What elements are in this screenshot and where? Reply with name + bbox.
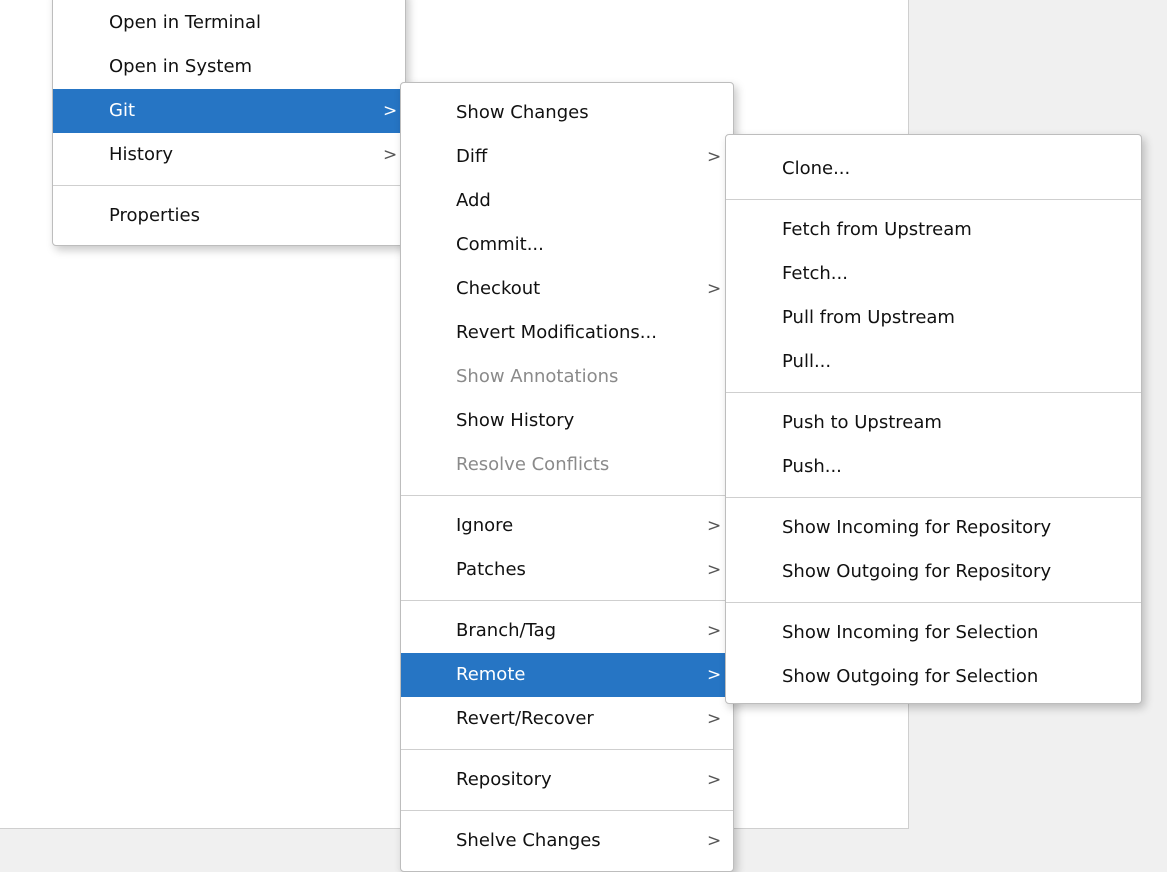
menu-item-label: Open in Terminal: [109, 12, 261, 33]
git-submenu: Show Changes Diff > Add Commit... Checko…: [400, 82, 734, 872]
menu-item-label: Diff: [456, 146, 488, 167]
remote-submenu: Clone... Fetch from Upstream Fetch... Pu…: [725, 134, 1142, 704]
menu-item-label: Clone...: [782, 158, 851, 179]
menu-separator: [726, 497, 1141, 498]
menu-item-revert-modifications[interactable]: Revert Modifications...: [401, 311, 733, 355]
menu-item-label: Show Outgoing for Repository: [782, 561, 1052, 582]
chevron-right-icon: >: [707, 279, 722, 299]
menu-item-clone[interactable]: Clone...: [726, 147, 1141, 191]
menu-separator: [53, 185, 405, 186]
menu-item-label: Git: [109, 100, 136, 121]
menu-item-commit[interactable]: Commit...: [401, 223, 733, 267]
menu-item-label: Add: [456, 190, 491, 211]
menu-item-label: Repository: [456, 769, 552, 790]
menu-item-show-incoming-for-repository[interactable]: Show Incoming for Repository: [726, 506, 1141, 550]
menu-item-open-in-system[interactable]: Open in System: [53, 45, 405, 89]
menu-item-add[interactable]: Add: [401, 179, 733, 223]
menu-item-label: Show Incoming for Selection: [782, 622, 1039, 643]
chevron-right-icon: >: [707, 709, 722, 729]
menu-separator: [726, 392, 1141, 393]
menu-item-repository[interactable]: Repository >: [401, 758, 733, 802]
menu-item-branch-tag[interactable]: Branch/Tag >: [401, 609, 733, 653]
menu-item-show-changes[interactable]: Show Changes: [401, 91, 733, 135]
chevron-right-icon: >: [383, 101, 398, 121]
menu-item-label: Show Outgoing for Selection: [782, 666, 1039, 687]
menu-item-git[interactable]: Git >: [53, 89, 405, 133]
menu-item-shelve-changes[interactable]: Shelve Changes >: [401, 819, 733, 863]
menu-item-label: Resolve Conflicts: [456, 454, 610, 475]
menu-item-label: Show History: [456, 410, 575, 431]
menu-item-diff[interactable]: Diff >: [401, 135, 733, 179]
menu-item-label: Pull from Upstream: [782, 307, 955, 328]
menu-item-label: Remote: [456, 664, 526, 685]
menu-item-patches[interactable]: Patches >: [401, 548, 733, 592]
menu-item-push-to-upstream[interactable]: Push to Upstream: [726, 401, 1141, 445]
chevron-right-icon: >: [383, 145, 398, 165]
menu-item-label: Show Annotations: [456, 366, 619, 387]
menu-item-label: Fetch from Upstream: [782, 219, 972, 240]
chevron-right-icon: >: [707, 516, 722, 536]
menu-item-checkout[interactable]: Checkout >: [401, 267, 733, 311]
menu-item-label: Open in System: [109, 56, 253, 77]
menu-item-show-outgoing-for-selection[interactable]: Show Outgoing for Selection: [726, 655, 1141, 699]
menu-item-label: Push...: [782, 456, 842, 477]
menu-item-label: Patches: [456, 559, 526, 580]
menu-item-history[interactable]: History >: [53, 133, 405, 177]
menu-item-ignore[interactable]: Ignore >: [401, 504, 733, 548]
menu-item-label: Commit...: [456, 234, 544, 255]
menu-item-show-annotations: Show Annotations: [401, 355, 733, 399]
menu-item-label: Properties: [109, 205, 200, 226]
menu-separator: [401, 810, 733, 811]
menu-item-pull-from-upstream[interactable]: Pull from Upstream: [726, 296, 1141, 340]
menu-item-fetch[interactable]: Fetch...: [726, 252, 1141, 296]
menu-item-show-outgoing-for-repository[interactable]: Show Outgoing for Repository: [726, 550, 1141, 594]
menu-item-show-history[interactable]: Show History: [401, 399, 733, 443]
menu-item-fetch-from-upstream[interactable]: Fetch from Upstream: [726, 208, 1141, 252]
menu-item-label: Show Changes: [456, 102, 589, 123]
chevron-right-icon: >: [707, 770, 722, 790]
menu-item-label: Pull...: [782, 351, 832, 372]
menu-item-label: Branch/Tag: [456, 620, 557, 641]
menu-item-label: Revert/Recover: [456, 708, 594, 729]
menu-item-revert-recover[interactable]: Revert/Recover >: [401, 697, 733, 741]
menu-item-label: History: [109, 144, 174, 165]
menu-item-properties[interactable]: Properties: [53, 194, 405, 238]
chevron-right-icon: >: [707, 665, 722, 685]
menu-item-label: Checkout: [456, 278, 541, 299]
menu-item-label: Show Incoming for Repository: [782, 517, 1052, 538]
chevron-right-icon: >: [707, 147, 722, 167]
context-menu: Open in Terminal Open in System Git > Hi…: [52, 0, 406, 246]
menu-item-push[interactable]: Push...: [726, 445, 1141, 489]
menu-item-pull[interactable]: Pull...: [726, 340, 1141, 384]
menu-separator: [401, 600, 733, 601]
chevron-right-icon: >: [707, 560, 722, 580]
menu-item-resolve-conflicts: Resolve Conflicts: [401, 443, 733, 487]
menu-item-label: Fetch...: [782, 263, 848, 284]
menu-item-label: Revert Modifications...: [456, 322, 657, 343]
menu-item-show-incoming-for-selection[interactable]: Show Incoming for Selection: [726, 611, 1141, 655]
menu-item-remote[interactable]: Remote >: [401, 653, 733, 697]
menu-item-open-in-terminal[interactable]: Open in Terminal: [53, 1, 405, 45]
menu-separator: [401, 495, 733, 496]
menu-item-label: Ignore: [456, 515, 514, 536]
chevron-right-icon: >: [707, 621, 722, 641]
menu-item-label: Shelve Changes: [456, 830, 601, 851]
menu-item-label: Push to Upstream: [782, 412, 942, 433]
chevron-right-icon: >: [707, 831, 722, 851]
menu-separator: [726, 602, 1141, 603]
menu-separator: [401, 749, 733, 750]
menu-separator: [726, 199, 1141, 200]
